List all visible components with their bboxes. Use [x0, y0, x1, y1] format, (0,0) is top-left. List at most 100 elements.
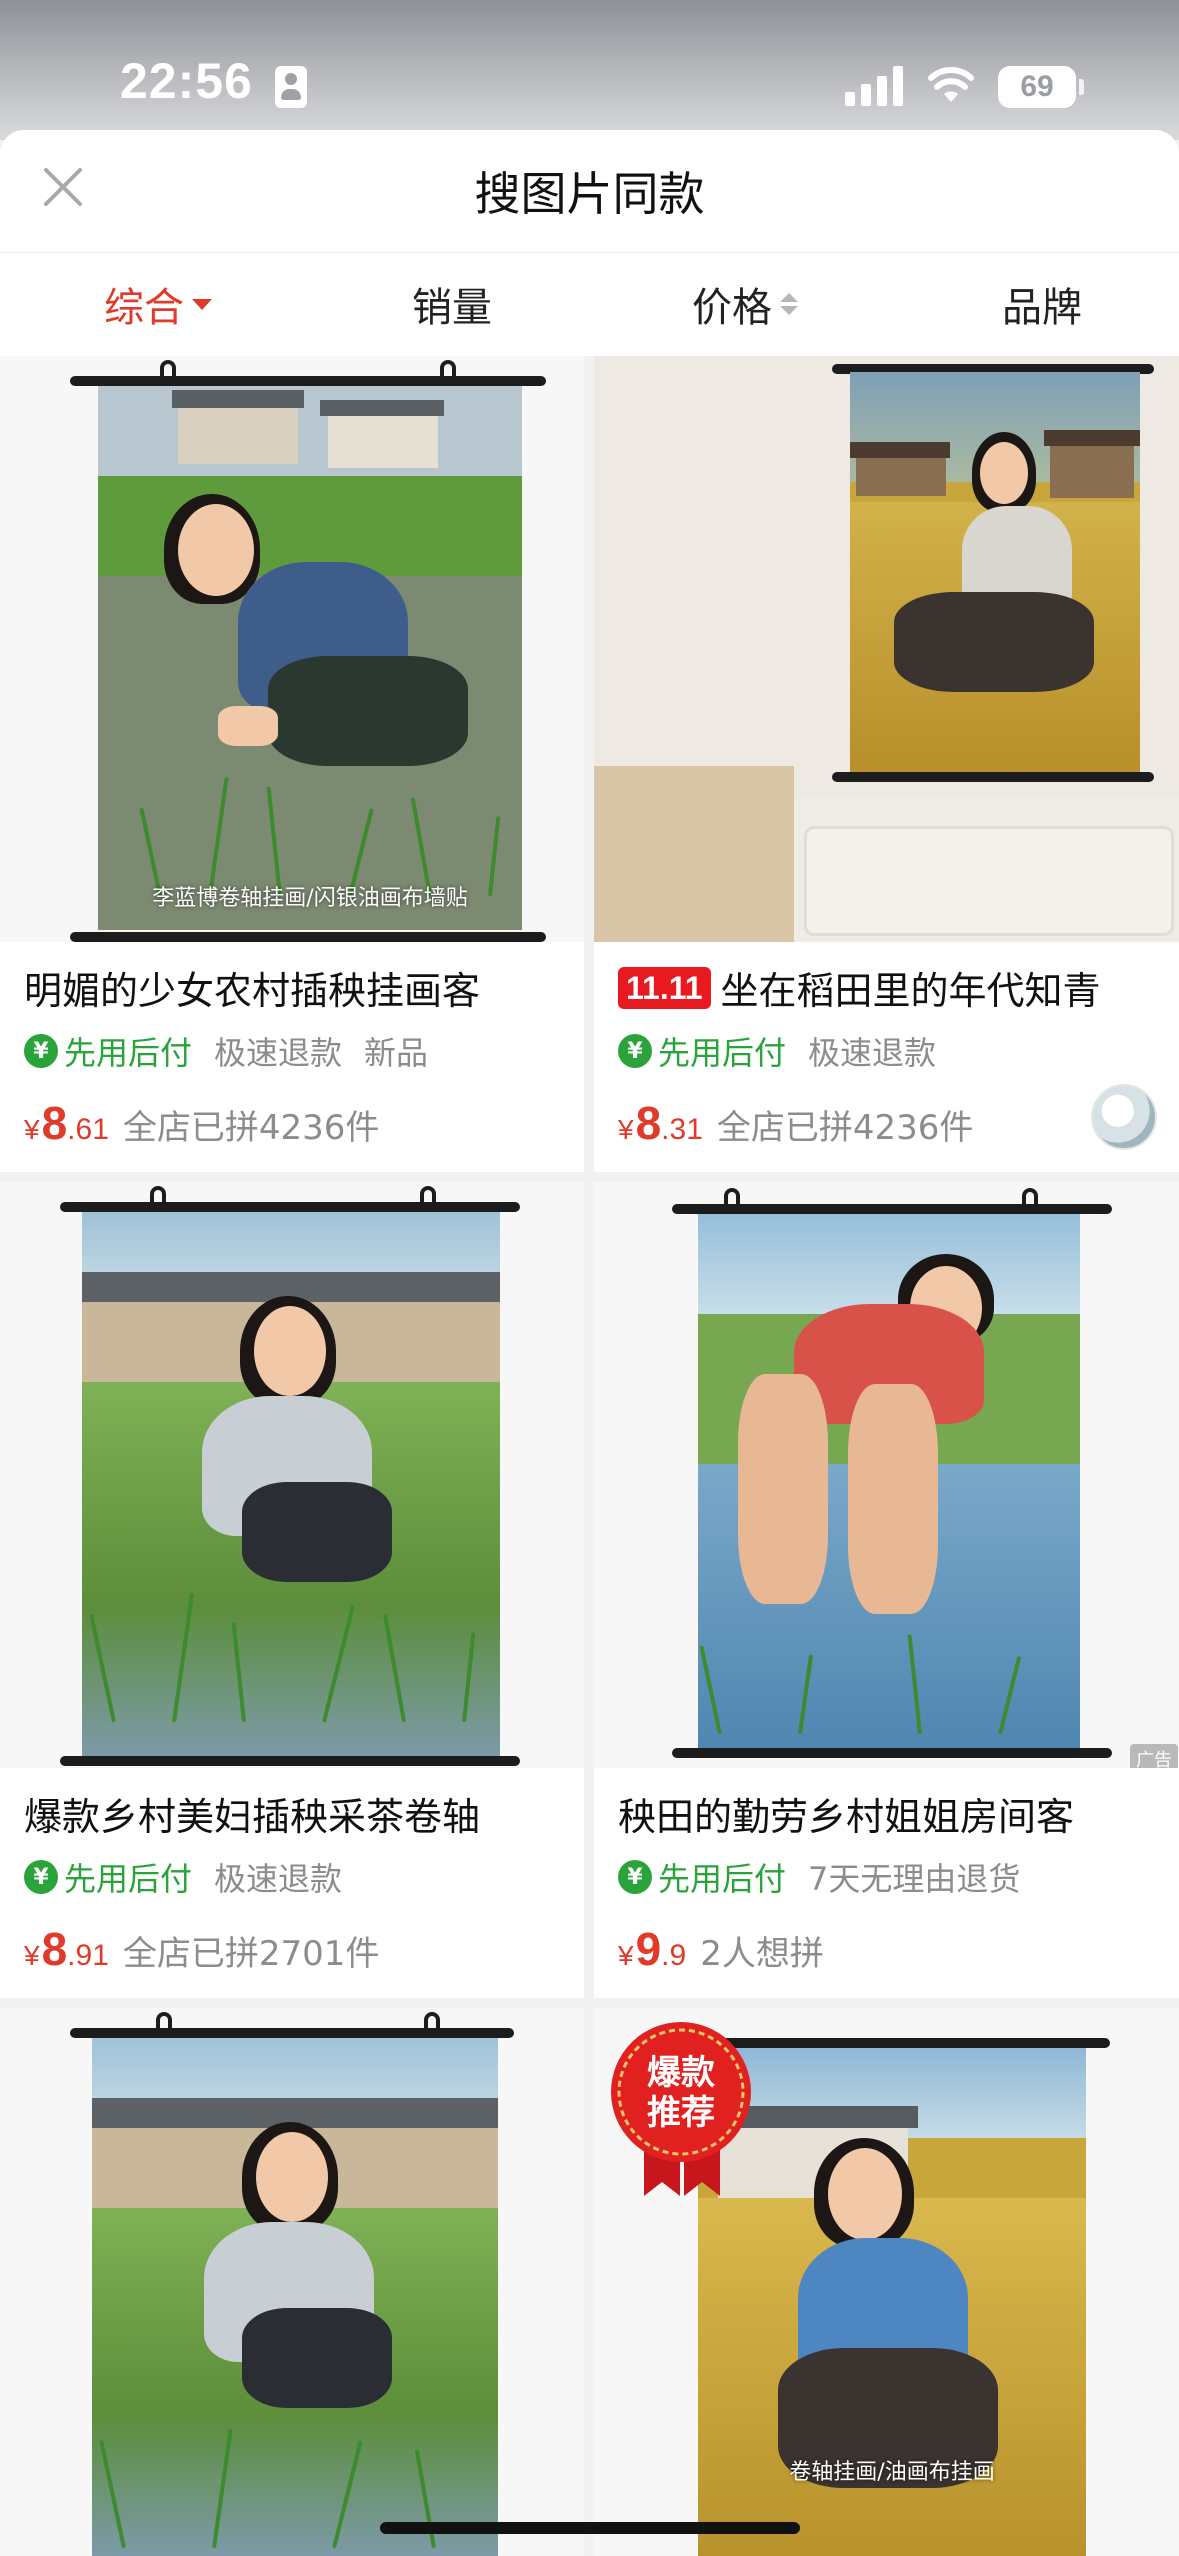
home-indicator[interactable]: [380, 2522, 800, 2534]
tag-text: 极速退款: [808, 1034, 937, 1072]
page-title: 搜图片同款: [474, 167, 705, 221]
price-decimal: .61: [67, 1113, 109, 1146]
product-title[interactable]: 11.11 坐在稻田里的年代知青: [618, 960, 1161, 1015]
product-title[interactable]: 爆款乡村美妇插秧采茶卷轴: [24, 1786, 566, 1841]
price-currency: ¥: [24, 1114, 40, 1145]
tab-brand[interactable]: 品牌: [1002, 275, 1082, 333]
painting: [92, 2038, 498, 2556]
product-title[interactable]: 明媚的少女农村插秧挂画客: [24, 960, 566, 1015]
wifi-icon: [928, 67, 974, 102]
poster-rod: [832, 772, 1154, 782]
price: ¥ 9 .9: [618, 1922, 686, 1976]
sort-toggle-icon: [780, 293, 798, 315]
poster-rod: [70, 932, 546, 942]
product-title-text: 明媚的少女农村插秧挂画客: [24, 969, 481, 1013]
tag-text: 先用后付: [658, 1034, 787, 1072]
price-decimal: .31: [661, 1113, 703, 1146]
page-header: 搜图片同款: [0, 130, 1179, 252]
sales-count: 全店已拼4236件: [716, 1108, 974, 1148]
product-tags: ¥ 先用后付 极速退款: [618, 1028, 936, 1074]
product-image[interactable]: 广告: [594, 1182, 1179, 1768]
price: ¥ 8 .91: [24, 1922, 109, 1976]
hot-recommend-badge: 爆款 推荐: [611, 2022, 751, 2196]
price-decimal: .9: [661, 1939, 687, 1972]
product-title[interactable]: 秧田的勤劳乡村姐姐房间客: [618, 1786, 1161, 1841]
dropdown-arrow-icon: [192, 298, 212, 310]
pay-later-tag: ¥ 先用后付: [618, 1028, 786, 1074]
product-card[interactable]: 爆款乡村美妇插秧采茶卷轴 ¥ 先用后付 极速退款 ¥ 8 .91 全店已拼270…: [0, 1182, 584, 1998]
price-currency: ¥: [24, 1940, 40, 1971]
product-card[interactable]: 11.11 坐在稻田里的年代知青 ¥ 先用后付 极速退款 ¥ 8 .31 全店已…: [594, 356, 1179, 1172]
product-card[interactable]: 李蓝博卷轴挂画/闪银油画布墙贴 明媚的少女农村插秧挂画客 ¥ 先用后付 极速退款…: [0, 356, 584, 1172]
painting: [82, 1212, 500, 1756]
price-integer: 8: [41, 1923, 68, 1975]
product-image[interactable]: [0, 2008, 584, 2556]
price: ¥ 8 .31: [618, 1096, 703, 1150]
contact-card-icon: [275, 66, 307, 108]
price-currency: ¥: [618, 1114, 634, 1145]
pay-later-icon: ¥: [618, 1860, 652, 1894]
painting: 李蓝博卷轴挂画/闪银油画布墙贴: [98, 386, 522, 930]
painting: [698, 1214, 1080, 1750]
poster-rod: [672, 1748, 1112, 1758]
pay-later-tag: ¥ 先用后付: [24, 1854, 192, 1900]
poster-rod: [60, 1756, 520, 1766]
tag-text: 极速退款: [214, 1034, 343, 1072]
hot-badge-line2: 推荐: [647, 2093, 715, 2133]
image-watermark: 卷轴挂画/油画布挂画: [789, 2460, 995, 2485]
tab-label: 综合: [104, 285, 184, 331]
pay-later-icon: ¥: [24, 1860, 58, 1894]
hot-badge-line1: 爆款: [647, 2053, 715, 2093]
tag-text: 先用后付: [64, 1034, 193, 1072]
tag-text: 极速退款: [214, 1860, 343, 1898]
poster-rod: [70, 376, 546, 386]
poster-hook: [150, 1186, 166, 1204]
tag-text: 新品: [364, 1034, 429, 1072]
tab-label: 品牌: [1002, 285, 1082, 331]
price-integer: 8: [635, 1097, 662, 1149]
tag-text: 先用后付: [658, 1860, 787, 1898]
tab-sales[interactable]: 销量: [412, 275, 492, 333]
price-row: ¥ 8 .31 全店已拼4236件: [618, 1096, 973, 1150]
pay-later-icon: ¥: [618, 1034, 652, 1068]
poster-hook: [424, 2012, 440, 2030]
cellular-signal-icon: [845, 66, 903, 106]
price-integer: 8: [41, 1097, 68, 1149]
poster-rod: [70, 2028, 514, 2038]
product-title-text: 爆款乡村美妇插秧采茶卷轴: [24, 1795, 481, 1839]
pay-later-tag: ¥ 先用后付: [24, 1028, 192, 1074]
tab-label: 销量: [412, 285, 492, 331]
poster-hook: [724, 1188, 740, 1206]
poster-hook: [1022, 1188, 1038, 1206]
product-card[interactable]: [0, 2008, 584, 2556]
price-row: ¥ 8 .61 全店已拼4236件: [24, 1096, 379, 1150]
poster-hook: [160, 360, 176, 378]
tag-text: 7天无理由退货: [808, 1860, 1021, 1898]
painting: [850, 372, 1140, 772]
product-tags: ¥ 先用后付 极速退款: [24, 1854, 342, 1900]
product-tags: ¥ 先用后付 极速退款 新品: [24, 1028, 428, 1074]
product-image[interactable]: [594, 356, 1179, 942]
product-tags: ¥ 先用后付 7天无理由退货: [618, 1854, 1020, 1900]
sales-count: 全店已拼4236件: [122, 1108, 380, 1148]
double-eleven-badge: 11.11: [618, 966, 711, 1009]
product-image[interactable]: 李蓝博卷轴挂画/闪银油画布墙贴: [0, 356, 584, 942]
tab-comprehensive[interactable]: 综合: [104, 275, 212, 333]
product-image[interactable]: [0, 1182, 584, 1768]
product-title-text: 坐在稻田里的年代知青: [720, 969, 1101, 1013]
price-row: ¥ 9 .9 2人想拼: [618, 1922, 824, 1976]
poster-hook: [440, 360, 456, 378]
shop-avatar[interactable]: [1091, 1084, 1157, 1150]
battery-icon: 69: [998, 66, 1076, 108]
price: ¥ 8 .61: [24, 1096, 109, 1150]
sales-count: 全店已拼2701件: [122, 1934, 380, 1974]
poster-hook: [156, 2012, 172, 2030]
status-bar: 22:56 69: [0, 0, 1179, 140]
poster-rod: [60, 1202, 520, 1212]
image-watermark: 李蓝博卷轴挂画/闪银油画布墙贴: [152, 886, 468, 911]
tab-price[interactable]: 价格: [692, 275, 798, 333]
price-integer: 9: [635, 1923, 662, 1975]
price-currency: ¥: [618, 1940, 634, 1971]
pay-later-tag: ¥ 先用后付: [618, 1854, 786, 1900]
product-card[interactable]: 广告 秧田的勤劳乡村姐姐房间客 ¥ 先用后付 7天无理由退货 ¥ 9 .9 2人…: [594, 1182, 1179, 1998]
